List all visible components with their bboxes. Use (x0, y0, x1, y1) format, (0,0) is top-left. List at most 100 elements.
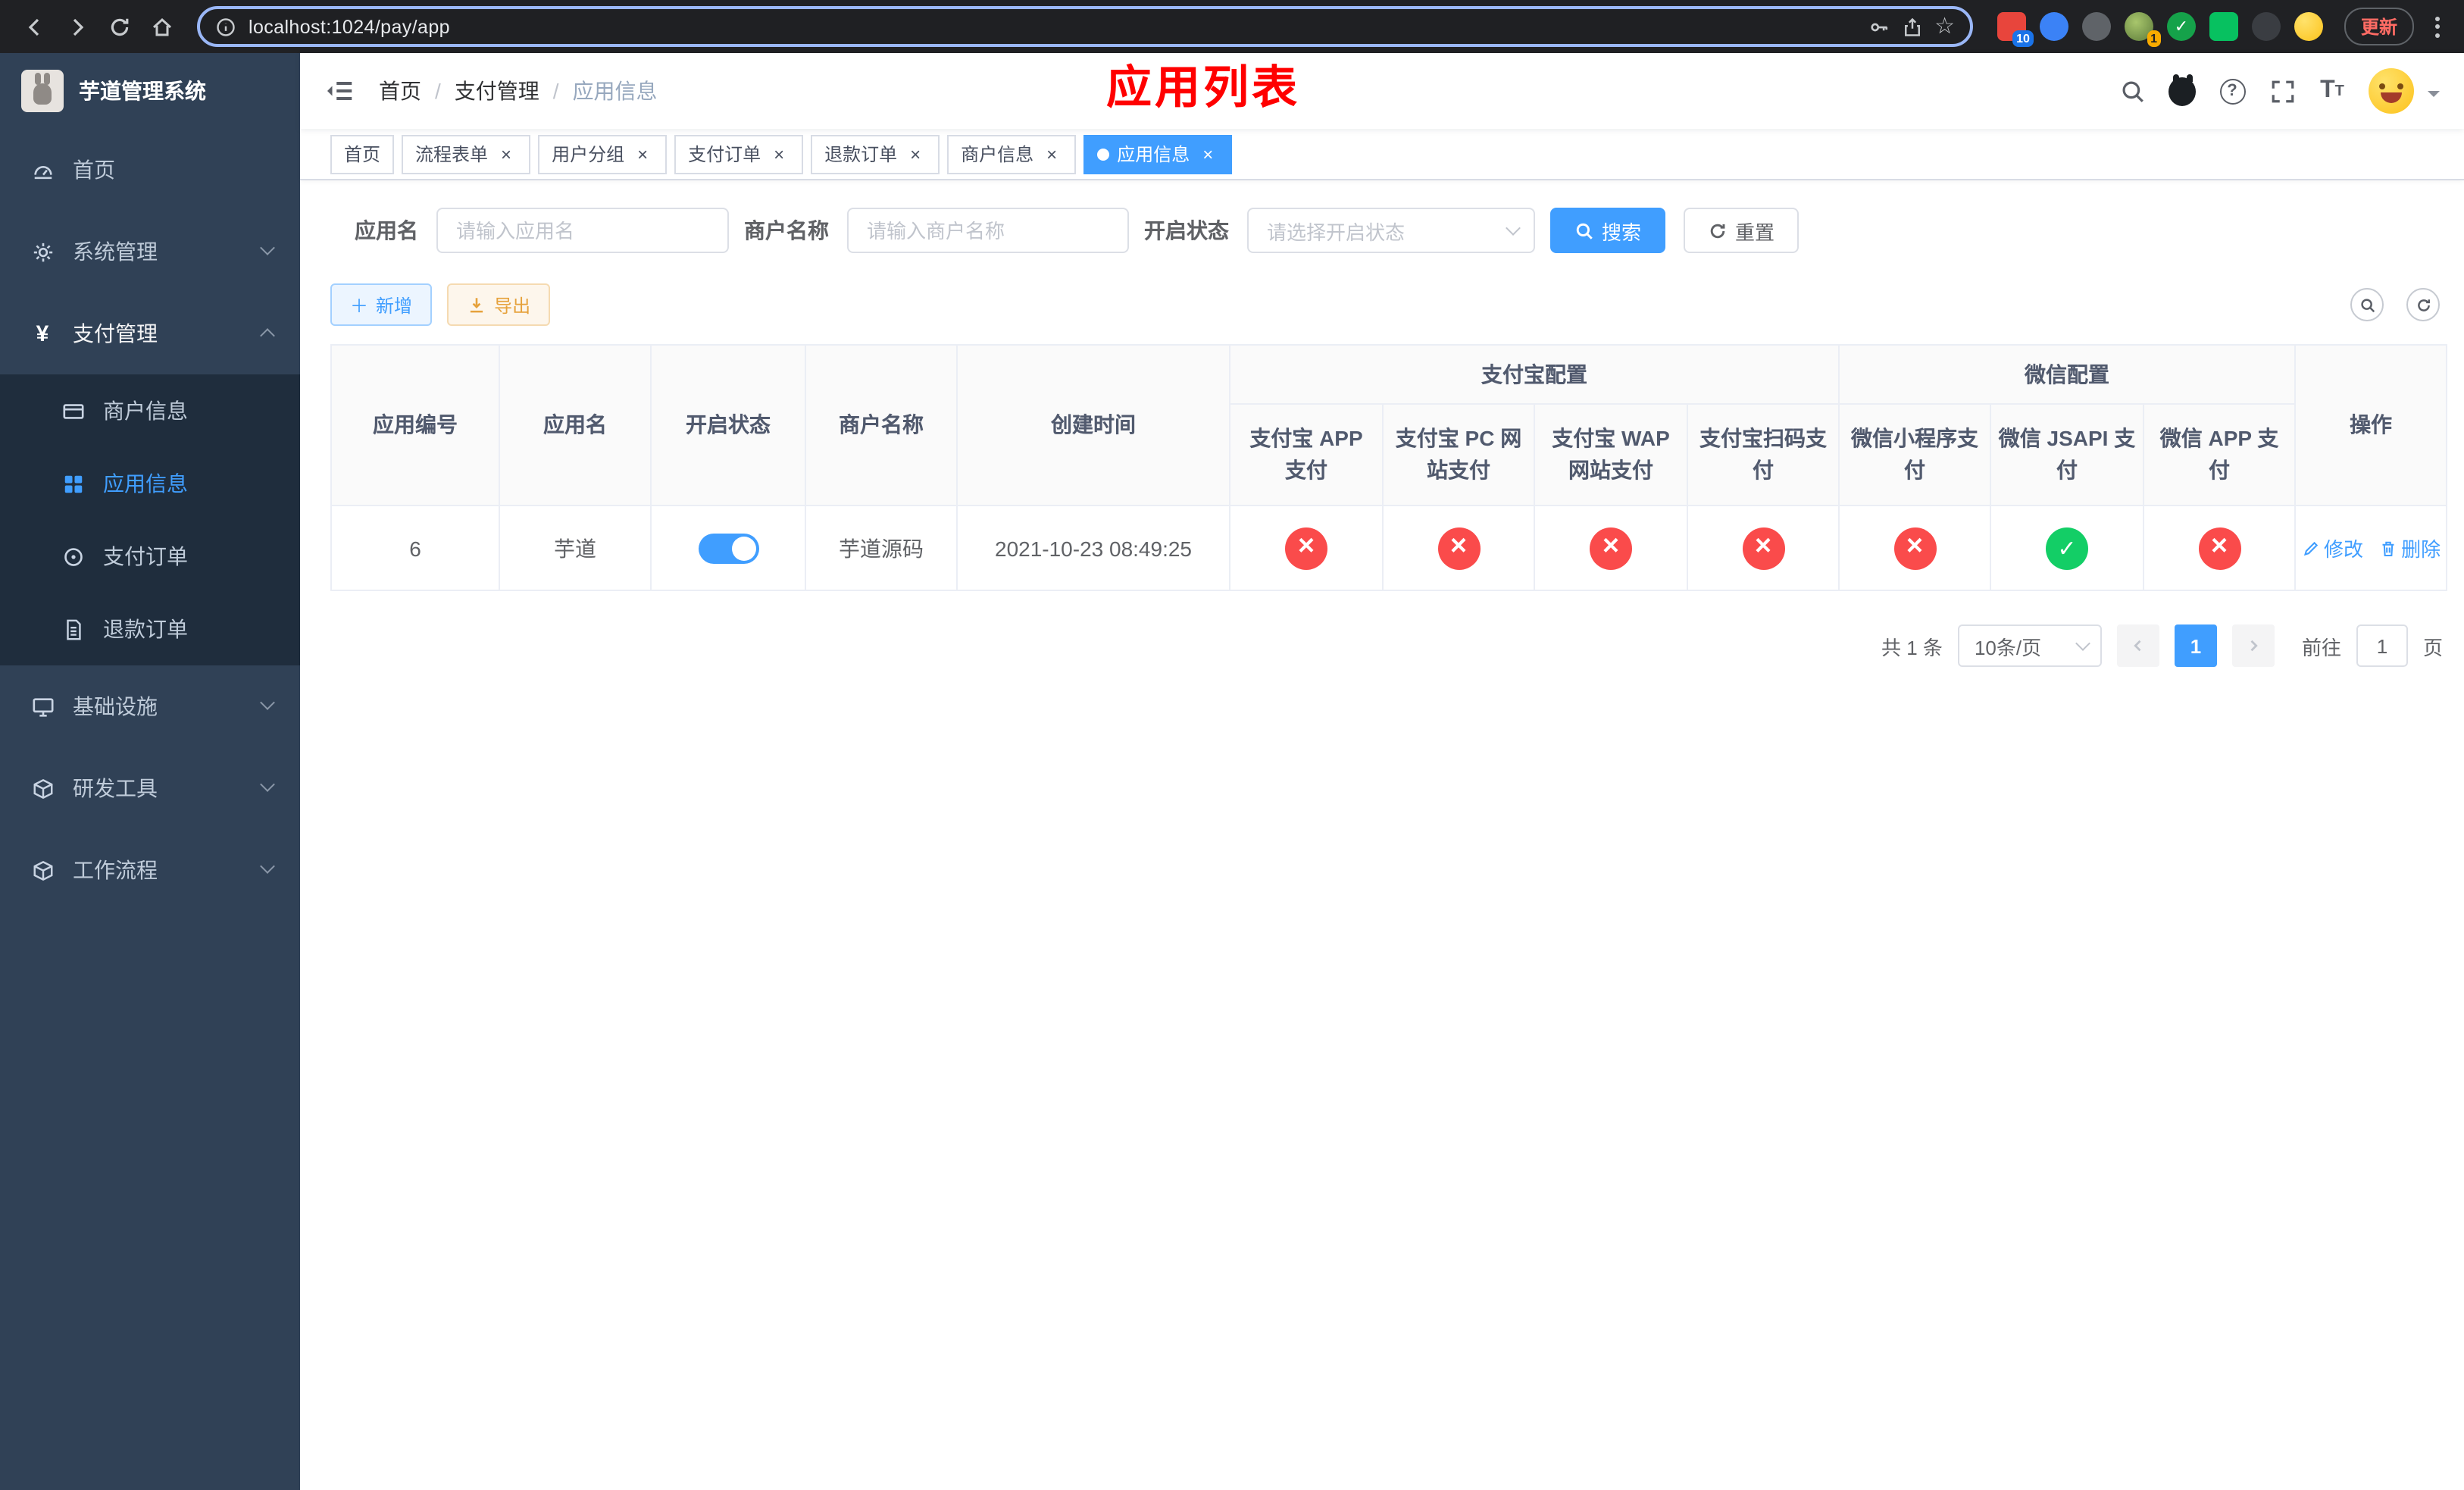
page-unit-label: 页 (2422, 636, 2443, 659)
sidebar-item-pay[interactable]: ¥ 支付管理 (0, 293, 300, 374)
site-info-icon[interactable] (215, 16, 236, 37)
help-icon[interactable] (2219, 77, 2246, 105)
document-icon (61, 617, 85, 641)
sidebar-item-label: 支付管理 (73, 321, 158, 346)
password-key-icon[interactable] (1868, 16, 1889, 37)
tab-close-icon[interactable] (1041, 143, 1062, 164)
search-icon[interactable] (2118, 77, 2146, 105)
page-number-1[interactable]: 1 (2174, 624, 2217, 667)
toggle-search-button[interactable] (2350, 288, 2384, 321)
tab-process-form[interactable]: 流程表单 (402, 134, 531, 174)
tab-label: 应用信息 (1117, 144, 1190, 165)
breadcrumb-pay[interactable]: 支付管理 (455, 76, 539, 106)
refresh-button[interactable] (2406, 288, 2440, 321)
github-icon[interactable] (2169, 74, 2196, 105)
merchant-name-label: 商户名称 (744, 218, 829, 243)
sidebar-item-home[interactable]: 首页 (0, 129, 300, 211)
tab-merchant-info[interactable]: 商户信息 (947, 134, 1077, 174)
col-header-created: 创建时间 (956, 344, 1230, 506)
extension-icon-5[interactable]: ✓ (2166, 12, 2196, 41)
forward-button[interactable] (58, 7, 97, 46)
chevron-down-icon (1506, 221, 1521, 236)
reload-button[interactable] (100, 7, 139, 46)
app-name-input[interactable] (436, 208, 729, 253)
sidebar-item-label: 研发工具 (73, 776, 158, 800)
browser-window: localhost:1024/pay/app ☆ 10 1 ✓ 更新 芋道管理系… (0, 0, 2464, 1490)
home-button[interactable] (142, 7, 182, 46)
alipay-app-status-icon (1285, 527, 1327, 569)
sidebar-item-pay-order[interactable]: 支付订单 (0, 520, 300, 593)
status-select[interactable]: 请选择开启状态 (1247, 208, 1535, 253)
alipay-wap-status-icon (1590, 527, 1632, 569)
sidebar-item-app-info[interactable]: 应用信息 (0, 447, 300, 520)
url-text[interactable]: localhost:1024/pay/app (249, 16, 1856, 37)
prev-page-button[interactable] (2116, 624, 2159, 667)
sidebar-logo[interactable]: 芋道管理系统 (0, 53, 300, 129)
status-label: 开启状态 (1144, 218, 1229, 243)
reset-button[interactable]: 重置 (1684, 208, 1800, 253)
extension-icon-8[interactable] (2294, 12, 2323, 41)
sidebar-item-system[interactable]: 系统管理 (0, 211, 300, 293)
extension-icon-4[interactable]: 1 (2124, 12, 2161, 47)
pagination: 共 1 条 10条/页 1 前往 页 (330, 624, 2443, 667)
page-size-select[interactable]: 10条/页 (1957, 624, 2102, 667)
search-button[interactable]: 搜索 (1550, 208, 1666, 253)
grid-icon (61, 471, 85, 496)
extension-icon-7[interactable] (2251, 12, 2281, 41)
tab-app-info[interactable]: 应用信息 (1083, 134, 1233, 174)
tab-home[interactable]: 首页 (330, 134, 395, 174)
breadcrumb-separator: / (552, 79, 559, 103)
col-header-wx-jsapi: 微信 JSAPI 支付 (1990, 403, 2144, 506)
breadcrumb-home[interactable]: 首页 (379, 76, 421, 106)
sidebar-item-refund-order[interactable]: 退款订单 (0, 593, 300, 665)
export-button[interactable]: 导出 (447, 283, 551, 326)
add-button[interactable]: ＋ 新增 (330, 283, 433, 326)
edit-link[interactable]: 修改 (2301, 534, 2363, 562)
avatar[interactable] (2369, 68, 2414, 114)
address-bar[interactable]: localhost:1024/pay/app ☆ (197, 6, 1973, 47)
goto-page-input[interactable] (2356, 624, 2408, 667)
tab-close-icon[interactable] (632, 143, 653, 164)
merchant-name-input[interactable] (847, 208, 1129, 253)
tab-user-group[interactable]: 用户分组 (538, 134, 668, 174)
tab-refund-order[interactable]: 退款订单 (811, 134, 940, 174)
chevron-down-icon (260, 777, 275, 792)
sidebar-item-devtools[interactable]: 研发工具 (0, 747, 300, 829)
sidebar-item-label: 应用信息 (103, 471, 188, 496)
tab-close-icon[interactable] (768, 143, 790, 164)
share-icon[interactable] (1901, 16, 1922, 37)
font-size-icon[interactable] (2319, 77, 2346, 105)
tab-close-icon[interactable] (1197, 143, 1218, 164)
extension-icon-2[interactable] (2039, 12, 2068, 41)
sidebar-item-infra[interactable]: 基础设施 (0, 665, 300, 747)
pagination-total: 共 1 条 (1881, 636, 1943, 659)
fullscreen-icon[interactable] (2269, 77, 2296, 105)
tab-pay-order[interactable]: 支付订单 (674, 134, 804, 174)
sidebar-item-label: 首页 (73, 158, 115, 182)
col-header-wx-app: 微信 APP 支付 (2142, 403, 2297, 506)
avatar-caret-icon[interactable] (2428, 91, 2440, 103)
back-button[interactable] (15, 7, 55, 46)
chevron-down-icon (260, 240, 275, 255)
tab-close-icon[interactable] (496, 143, 517, 164)
plus-icon: ＋ (350, 295, 369, 316)
browser-menu-icon[interactable] (2426, 10, 2449, 43)
status-toggle[interactable] (698, 533, 758, 563)
tab-label: 用户分组 (552, 144, 625, 165)
sidebar-collapse-icon[interactable] (324, 76, 355, 106)
app-root: 芋道管理系统 首页 系统管理 ¥ 支付管理 商户信息 应用信息 支付订单 退款订… (0, 53, 2464, 1490)
extension-icon-1[interactable]: 10 (1997, 12, 2034, 47)
sidebar-item-workflow[interactable]: 工作流程 (0, 829, 300, 911)
next-page-button[interactable] (2231, 624, 2275, 667)
delete-link[interactable]: 删除 (2378, 534, 2441, 562)
extension-icon-6[interactable] (2209, 12, 2238, 41)
app-table: 应用编号 应用名 开启状态 商户名称 创建时间 支付宝配置 微信配置 操作 支付… (330, 344, 2448, 591)
col-header-alipay-app: 支付宝 APP 支付 (1229, 403, 1384, 506)
tab-close-icon[interactable] (905, 143, 926, 164)
browser-update-button[interactable]: 更新 (2344, 8, 2414, 45)
bookmark-star-icon[interactable]: ☆ (1934, 15, 1955, 38)
col-header-name: 应用名 (499, 344, 652, 506)
box-icon (30, 858, 55, 882)
sidebar-item-merchant-info[interactable]: 商户信息 (0, 374, 300, 447)
extension-icon-3[interactable] (2081, 12, 2111, 41)
